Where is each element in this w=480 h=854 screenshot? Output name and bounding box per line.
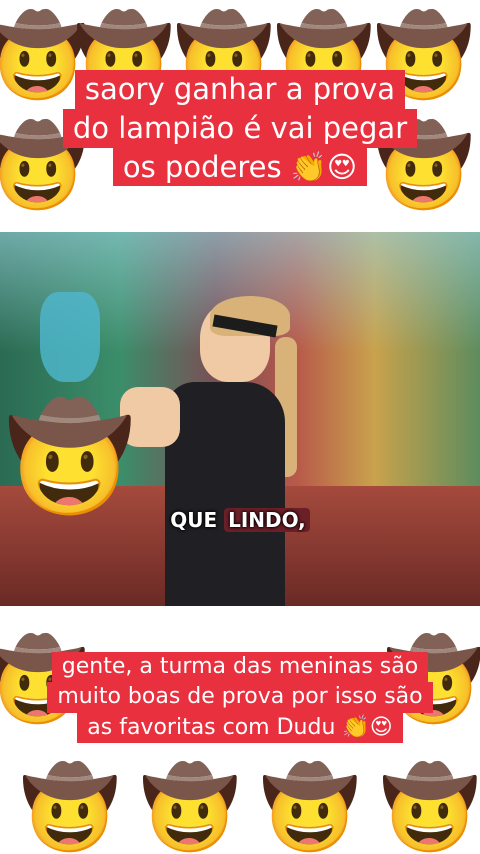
cowboy-face-icon: 🤠 (5, 396, 135, 518)
cowboy-face-icon: 🤠 (140, 761, 240, 854)
woman-clapping (120, 296, 297, 606)
top-caption: saory ganhar a prova do lampião é vai pe… (0, 70, 480, 187)
top-caption-line: saory ganhar a prova (74, 70, 406, 109)
hand-sign-prop (40, 292, 100, 382)
bottom-caption-line: gente, a turma das meninas são (51, 652, 429, 683)
top-caption-line: os poderes 👏😍 (112, 147, 368, 187)
subtitle-highlight-word: LINDO, (224, 508, 310, 532)
cowboy-face-icon: 🤠 (20, 761, 120, 854)
cowboy-face-icon: 🤠 (260, 761, 360, 854)
cowboy-face-icon: 🤠 (380, 761, 480, 854)
bottom-caption: gente, a turma das meninas são muito boa… (0, 652, 480, 744)
black-shirt (165, 382, 285, 606)
bottom-caption-line: as favoritas com Dudu 👏😍 (77, 712, 403, 744)
top-caption-line: do lampião é vai pegar (62, 108, 418, 148)
subtitle-word: QUE (170, 508, 218, 532)
bottom-caption-line: muito boas de prova por isso são (47, 682, 433, 713)
